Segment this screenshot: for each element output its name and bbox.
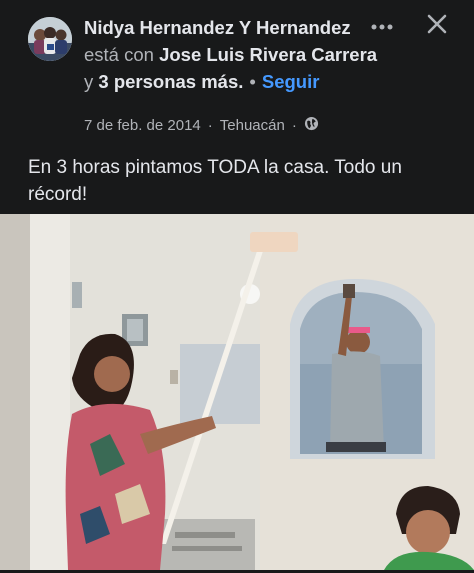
post-location-link[interactable]: Tehuacán bbox=[220, 117, 285, 134]
tagged-person-link[interactable]: Jose Luis Rivera Carrera bbox=[159, 44, 377, 65]
more-options-button[interactable] bbox=[362, 10, 402, 42]
post-message: En 3 horas pintamos TODA la casa. Todo u… bbox=[28, 157, 402, 205]
follow-button[interactable]: Seguir bbox=[262, 71, 320, 92]
close-icon bbox=[427, 14, 447, 39]
post-header: Nidya Hernandez Y Hernandez está con Jos… bbox=[0, 0, 474, 150]
header-bullet: • bbox=[249, 71, 256, 92]
others-link[interactable]: 3 personas más bbox=[98, 71, 238, 92]
avatar-image bbox=[28, 17, 72, 61]
post-date-link[interactable]: 7 de feb. de 2014 bbox=[84, 117, 201, 134]
author-name-link[interactable]: Nidya Hernandez Y Hernandez bbox=[84, 17, 351, 38]
photo-image bbox=[0, 214, 474, 570]
close-button[interactable] bbox=[418, 8, 456, 44]
meta-dot-2: · bbox=[291, 117, 297, 134]
globe-icon bbox=[304, 116, 319, 135]
post-photo[interactable] bbox=[0, 214, 474, 570]
connector-text: está con bbox=[84, 44, 154, 65]
meta-dot: · bbox=[207, 117, 213, 134]
more-horizontal-icon bbox=[371, 17, 393, 35]
and-text: y bbox=[84, 71, 94, 92]
author-avatar[interactable] bbox=[28, 17, 72, 61]
post-meta: 7 de feb. de 2014 · Tehuacán · bbox=[84, 116, 319, 135]
post-header-text: Nidya Hernandez Y Hernandez está con Jos… bbox=[84, 14, 380, 95]
